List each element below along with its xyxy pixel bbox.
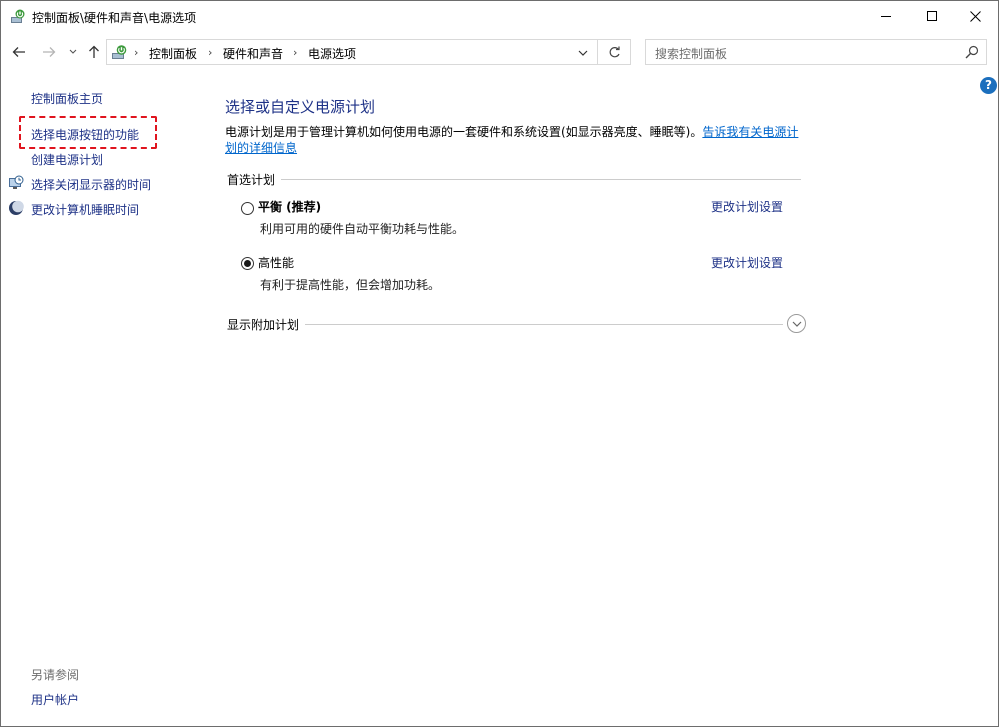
search-icon[interactable]	[965, 45, 979, 59]
section-heading: 首选计划	[227, 171, 282, 188]
search-input[interactable]: 搜索控制面板	[645, 39, 987, 65]
title-bar: 控制面板\硬件和声音\电源选项	[1, 1, 998, 32]
close-icon	[969, 10, 981, 22]
additional-plans-label[interactable]: 显示附加计划	[227, 316, 306, 333]
sidebar-item-user-accounts[interactable]: 用户帐户	[31, 691, 79, 708]
preferred-plans-section: 首选计划	[227, 171, 801, 188]
forward-arrow-icon	[43, 47, 56, 57]
plan-high-performance-name[interactable]: 高性能	[258, 254, 294, 271]
moon-icon	[8, 200, 24, 216]
sidebar-item-display-off-time[interactable]: 选择关闭显示器的时间	[31, 176, 151, 193]
help-icon[interactable]: ?	[980, 77, 997, 94]
breadcrumb-separator-icon: ›	[208, 46, 213, 59]
plan-high-performance-change-settings-link[interactable]: 更改计划设置	[711, 254, 783, 271]
sidebar-item-sleep-time[interactable]: 更改计算机睡眠时间	[31, 201, 139, 218]
navigation-bar: › 控制面板 › 硬件和声音 › 电源选项 搜索控制面板	[1, 32, 998, 72]
sidebar-item-create-power-plan[interactable]: 创建电源计划	[31, 151, 103, 168]
plan-balanced-description: 利用可用的硬件自动平衡功耗与性能。	[260, 222, 465, 236]
sidebar-item-control-panel-home[interactable]: 控制面板主页	[31, 90, 103, 107]
back-button[interactable]	[10, 42, 28, 62]
page-title: 选择或自定义电源计划	[225, 98, 376, 116]
section-divider	[303, 324, 783, 325]
address-dropdown-button[interactable]	[575, 46, 591, 60]
plan-balanced-change-settings-link[interactable]: 更改计划设置	[711, 198, 783, 215]
maximize-button[interactable]	[909, 1, 955, 31]
chevron-down-icon	[578, 50, 588, 56]
breadcrumb-hardware-sound[interactable]: 硬件和声音	[223, 45, 283, 62]
control-panel-icon	[111, 44, 128, 61]
expand-additional-plans-button[interactable]	[787, 314, 806, 333]
chevron-down-icon	[792, 321, 801, 327]
plan-balanced-name[interactable]: 平衡 (推荐)	[258, 198, 321, 215]
breadcrumb-separator-icon: ›	[293, 46, 298, 59]
plan-balanced-radio[interactable]	[241, 202, 254, 215]
forward-button[interactable]	[40, 42, 58, 62]
control-panel-window: 控制面板\硬件和声音\电源选项 › 控制面板 › 硬件和声音 › 电源选项 搜索…	[0, 0, 999, 727]
up-button[interactable]	[85, 42, 103, 62]
additional-plans-section[interactable]: 显示附加计划	[227, 316, 783, 333]
description-text: 电源计划是用于管理计算机如何使用电源的一套硬件和系统设置(如显示器亮度、睡眠等)…	[225, 125, 703, 139]
maximize-icon	[926, 10, 937, 21]
sidebar-item-power-button-function[interactable]: 选择电源按钮的功能	[31, 126, 139, 143]
minimize-button[interactable]	[863, 1, 909, 31]
breadcrumb-separator-icon: ›	[134, 46, 139, 59]
address-bar[interactable]: › 控制面板 › 硬件和声音 › 电源选项	[106, 39, 598, 65]
search-placeholder: 搜索控制面板	[655, 47, 728, 61]
up-arrow-icon	[89, 45, 99, 58]
plan-high-performance-radio[interactable]	[241, 257, 254, 270]
minimize-icon	[880, 15, 891, 17]
window-title: 控制面板\硬件和声音\电源选项	[32, 11, 197, 25]
breadcrumb-power-options[interactable]: 电源选项	[308, 45, 356, 62]
power-options-app-icon	[10, 8, 26, 24]
monitor-clock-icon	[8, 175, 24, 191]
section-divider	[275, 179, 801, 180]
close-button[interactable]	[952, 1, 998, 31]
back-arrow-icon	[12, 47, 25, 57]
plan-high-performance-description: 有利于提高性能，但会增加功耗。	[260, 278, 441, 292]
breadcrumb-control-panel[interactable]: 控制面板	[149, 45, 197, 62]
recent-locations-button[interactable]	[66, 42, 80, 62]
refresh-button[interactable]	[598, 39, 631, 65]
refresh-icon	[609, 46, 620, 57]
page-description: 电源计划是用于管理计算机如何使用电源的一套硬件和系统设置(如显示器亮度、睡眠等)…	[225, 124, 805, 156]
chevron-down-icon	[69, 49, 77, 54]
see-also-heading: 另请参阅	[31, 668, 80, 682]
